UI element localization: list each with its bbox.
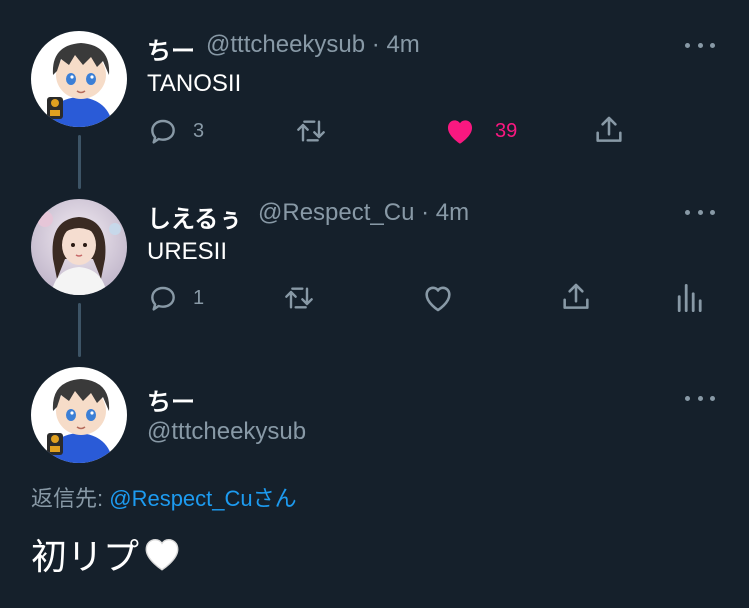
- like-button[interactable]: 39: [443, 114, 517, 148]
- share-icon: [563, 283, 589, 309]
- retweet-button[interactable]: [294, 115, 328, 147]
- user-name[interactable]: ちー: [147, 382, 195, 417]
- thread-connector: [78, 135, 81, 189]
- more-icon[interactable]: [685, 207, 715, 217]
- main-tweet-text: 初リプ: [31, 528, 183, 580]
- tweet-text: 初リプ: [31, 536, 140, 577]
- like-icon: [447, 120, 473, 144]
- avatar[interactable]: [31, 199, 127, 295]
- analytics-icon: [677, 284, 702, 312]
- retweet-icon: [285, 287, 313, 309]
- like-icon: [425, 286, 451, 312]
- retweet-button[interactable]: [282, 282, 316, 314]
- user-handle[interactable]: @Respect_Cu · 4m: [258, 199, 469, 227]
- more-icon[interactable]: [685, 393, 715, 403]
- share-icon: [596, 116, 622, 142]
- thread-connector: [78, 303, 81, 357]
- reply-icon: [151, 286, 175, 311]
- share-button[interactable]: [559, 280, 593, 314]
- share-button[interactable]: [592, 113, 626, 147]
- tweet-text: TANOSII: [147, 70, 242, 97]
- avatar[interactable]: [31, 31, 127, 127]
- replying-to: 返信先: @Respect_Cuさん: [31, 481, 297, 513]
- separator: ·: [414, 199, 436, 226]
- reply-button[interactable]: 1: [147, 282, 204, 314]
- reply-button[interactable]: 3: [147, 115, 204, 147]
- reply-icon: [151, 119, 175, 144]
- reply-suffix: さん: [252, 486, 297, 511]
- avatar[interactable]: [31, 367, 127, 463]
- analytics-button[interactable]: [675, 281, 703, 315]
- reply-prefix: 返信先:: [31, 486, 110, 511]
- user-handle[interactable]: @tttcheekysub · 4m: [206, 31, 420, 59]
- like-button[interactable]: [421, 281, 455, 315]
- mention-link[interactable]: @Respect_Cu: [109, 486, 252, 511]
- timestamp[interactable]: 4m: [436, 199, 469, 226]
- handle-text: @tttcheekysub: [206, 31, 366, 58]
- timestamp[interactable]: 4m: [386, 31, 419, 58]
- more-icon[interactable]: [685, 40, 715, 50]
- retweet-icon: [297, 120, 325, 142]
- handle-text: @Respect_Cu: [258, 199, 415, 226]
- reply-count: 3: [193, 119, 205, 142]
- tweet-text: URESII: [147, 238, 228, 265]
- reply-count: 1: [193, 286, 205, 309]
- user-name[interactable]: しえるぅ: [147, 199, 242, 234]
- separator: ·: [365, 31, 387, 58]
- user-handle[interactable]: @tttcheekysub: [147, 418, 306, 446]
- white-heart-emoji: [145, 538, 179, 571]
- like-count: 39: [495, 119, 518, 142]
- user-name[interactable]: ちー: [147, 31, 195, 66]
